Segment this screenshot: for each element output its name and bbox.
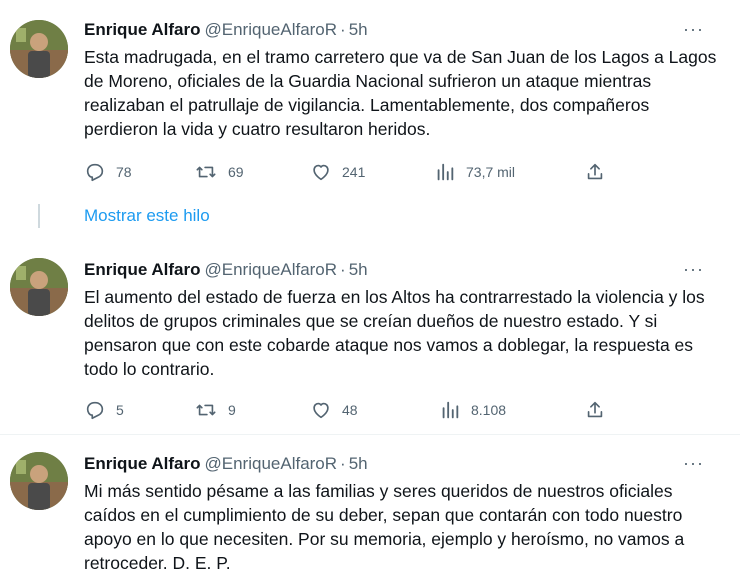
tweet-3[interactable]: Enrique Alfaro @EnriqueAlfaroR · 5h ··· Mi … [0,435,740,581]
avatar-image [10,20,68,78]
avatar[interactable] [10,258,68,316]
views-count: 73,7 mil [466,164,516,180]
retweet-icon [194,399,218,421]
retweet-icon [194,161,218,183]
author-name[interactable]: Enrique Alfaro [84,454,201,473]
separator: · [340,260,346,279]
author-handle[interactable]: @EnriqueAlfaroR [205,260,338,279]
tweet-header: Enrique Alfaro @EnriqueAlfaroR · 5h [84,260,368,280]
tweet-text: El aumento del estado de fuerza en los A… [84,287,705,379]
author-name[interactable]: Enrique Alfaro [84,260,201,279]
reply-count: 78 [116,164,132,180]
share-button[interactable] [584,160,606,184]
tweet-1[interactable]: Enrique Alfaro @EnriqueAlfaroR · 5h ··· Est… [0,0,740,196]
tweet-header: Enrique Alfaro @EnriqueAlfaroR · 5h [84,20,368,40]
author-handle[interactable]: @EnriqueAlfaroR [205,454,338,473]
author-handle[interactable]: @EnriqueAlfaroR [205,20,338,39]
views-icon [434,161,456,183]
share-icon [584,399,606,421]
more-options-icon[interactable]: ··· [683,20,704,38]
tweet-actions: 78 69 241 73,7 mil [84,160,624,184]
reply-button[interactable]: 78 [84,160,132,184]
heart-icon [310,161,332,183]
avatar-image [10,452,68,510]
heart-icon [310,399,332,421]
thread-connector [38,204,40,228]
reply-icon [84,161,106,183]
timestamp[interactable]: 5h [349,454,368,473]
tweet-header: Enrique Alfaro @EnriqueAlfaroR · 5h [84,454,368,474]
reply-count: 5 [116,402,124,418]
retweet-count: 9 [228,402,236,418]
retweet-count: 69 [228,164,244,180]
like-count: 48 [342,402,358,418]
views-count: 8.108 [471,402,507,418]
author-name[interactable]: Enrique Alfaro [84,20,201,39]
like-button[interactable]: 241 [310,160,365,184]
tweet-2[interactable]: Enrique Alfaro @EnriqueAlfaroR · 5h ··· El … [0,240,740,432]
timestamp[interactable]: 5h [349,260,368,279]
avatar[interactable] [10,20,68,78]
share-button[interactable] [584,398,606,422]
more-options-icon[interactable]: ··· [683,454,704,472]
avatar-image [10,258,68,316]
views-button[interactable]: 8.108 [439,398,506,422]
separator: · [340,20,346,39]
more-options-icon[interactable]: ··· [683,260,704,278]
avatar[interactable] [10,452,68,510]
views-icon [439,399,461,421]
timestamp[interactable]: 5h [349,20,368,39]
retweet-button[interactable]: 9 [194,398,236,422]
tweet-actions: 5 9 48 8.108 [84,398,624,422]
reply-button[interactable]: 5 [84,398,124,422]
reply-icon [84,399,106,421]
share-icon [584,161,606,183]
separator: · [340,454,346,473]
tweet-text: Mi más sentido pésame a las familias y s… [84,481,685,573]
retweet-button[interactable]: 69 [194,160,244,184]
like-button[interactable]: 48 [310,398,358,422]
like-count: 241 [342,164,366,180]
tweet-text: Esta madrugada, en el tramo carretero qu… [84,47,717,139]
views-button[interactable]: 73,7 mil [434,160,515,184]
show-thread-link[interactable]: Mostrar este hilo [84,206,210,226]
